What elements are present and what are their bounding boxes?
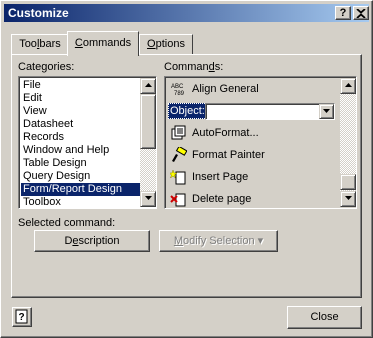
autoformat-icon bbox=[171, 125, 186, 140]
command-autoformat[interactable]: AutoFormat... bbox=[167, 122, 339, 144]
command-format-painter[interactable]: Format Painter bbox=[167, 144, 339, 166]
category-item[interactable]: Table Design bbox=[21, 157, 140, 170]
scroll-up-button[interactable] bbox=[140, 78, 156, 94]
commands-label: Commands: bbox=[164, 61, 224, 73]
tab-options[interactable]: Options bbox=[139, 34, 193, 54]
chevron-down-icon bbox=[323, 109, 330, 113]
object-combo-field[interactable] bbox=[205, 103, 335, 120]
category-item[interactable]: Edit bbox=[21, 92, 140, 105]
scroll-down-button[interactable] bbox=[340, 191, 356, 207]
selected-command-label: Selected command: bbox=[18, 217, 116, 229]
category-item[interactable]: Form/Report Design bbox=[21, 183, 140, 196]
scroll-down-button[interactable] bbox=[140, 191, 156, 207]
category-item[interactable]: Query Design bbox=[21, 170, 140, 183]
description-button-label: Description bbox=[64, 235, 120, 247]
command-object-combo[interactable]: Object: bbox=[167, 100, 339, 122]
object-combo-label: Object: bbox=[168, 103, 207, 119]
categories-list[interactable]: File Edit View Datasheet Records Window and H… bbox=[18, 76, 157, 209]
paintbrush-icon bbox=[172, 147, 187, 162]
command-label: Insert Page bbox=[192, 171, 249, 183]
commands-scroll-thumb[interactable] bbox=[340, 174, 356, 190]
close-icon bbox=[356, 8, 366, 19]
modify-selection-button[interactable]: Modify Selection ▾ bbox=[159, 230, 278, 252]
command-label: AutoFormat... bbox=[192, 127, 259, 139]
delete-page-icon bbox=[170, 193, 186, 207]
arrow-down-icon bbox=[144, 196, 152, 200]
modify-selection-label: Modify Selection ▾ bbox=[173, 235, 264, 247]
commands-panel: Categories: File Edit View Datasheet Records… bbox=[11, 54, 362, 298]
window-title: Customize bbox=[8, 6, 69, 20]
close-button[interactable]: Close bbox=[287, 306, 362, 329]
description-button[interactable]: Description bbox=[34, 230, 150, 252]
command-align-general[interactable]: ABC 789 Align General bbox=[167, 78, 339, 100]
title-bar[interactable]: Customize bbox=[4, 4, 369, 22]
commands-scrollbar[interactable] bbox=[340, 78, 356, 207]
categories-label: Categories: bbox=[18, 61, 75, 73]
command-label: Align General bbox=[192, 83, 259, 95]
scroll-up-button[interactable] bbox=[340, 78, 356, 94]
tab-commands[interactable]: Commands bbox=[67, 31, 139, 56]
help-button[interactable]: ? bbox=[12, 307, 32, 327]
command-insert-page[interactable]: Insert Page bbox=[167, 166, 339, 188]
category-item[interactable]: View bbox=[21, 105, 140, 118]
tab-toolbars-label: Toolbars bbox=[19, 38, 61, 50]
category-item[interactable]: Datasheet bbox=[21, 118, 140, 131]
commands-list[interactable]: ABC 789 Align General Object: AutoFormat.… bbox=[164, 76, 357, 209]
arrow-down-icon bbox=[344, 196, 352, 200]
command-label: Format Painter bbox=[192, 149, 265, 161]
tab-commands-label: Commands bbox=[74, 37, 132, 49]
arrow-up-icon bbox=[144, 83, 152, 87]
category-item[interactable]: File bbox=[21, 79, 140, 92]
svg-text:?: ? bbox=[19, 312, 25, 323]
arrow-up-icon bbox=[344, 83, 352, 87]
tab-options-label: Options bbox=[147, 38, 185, 50]
command-delete-page[interactable]: Delete page bbox=[167, 188, 339, 210]
command-label: Delete page bbox=[192, 193, 252, 205]
svg-text:ABC: ABC bbox=[171, 84, 184, 90]
title-help-button[interactable]: ? bbox=[335, 6, 351, 20]
categories-scrollbar[interactable] bbox=[140, 78, 156, 207]
categories-scroll-thumb[interactable] bbox=[140, 94, 156, 149]
tab-toolbars[interactable]: Toolbars bbox=[11, 34, 69, 54]
category-item[interactable]: Toolbox bbox=[21, 196, 140, 209]
svg-text:789: 789 bbox=[174, 91, 185, 97]
category-item[interactable]: Records bbox=[21, 131, 140, 144]
help-book-icon: ? bbox=[15, 309, 28, 324]
abc-789-icon: ABC789 bbox=[171, 84, 185, 97]
category-item[interactable]: Window and Help bbox=[21, 144, 140, 157]
insert-page-icon bbox=[170, 169, 186, 185]
combo-dropdown-button[interactable] bbox=[319, 104, 334, 119]
customize-dialog: Customize ? Toolbars Commands Options Ca… bbox=[0, 0, 373, 338]
title-close-button[interactable] bbox=[353, 6, 369, 20]
